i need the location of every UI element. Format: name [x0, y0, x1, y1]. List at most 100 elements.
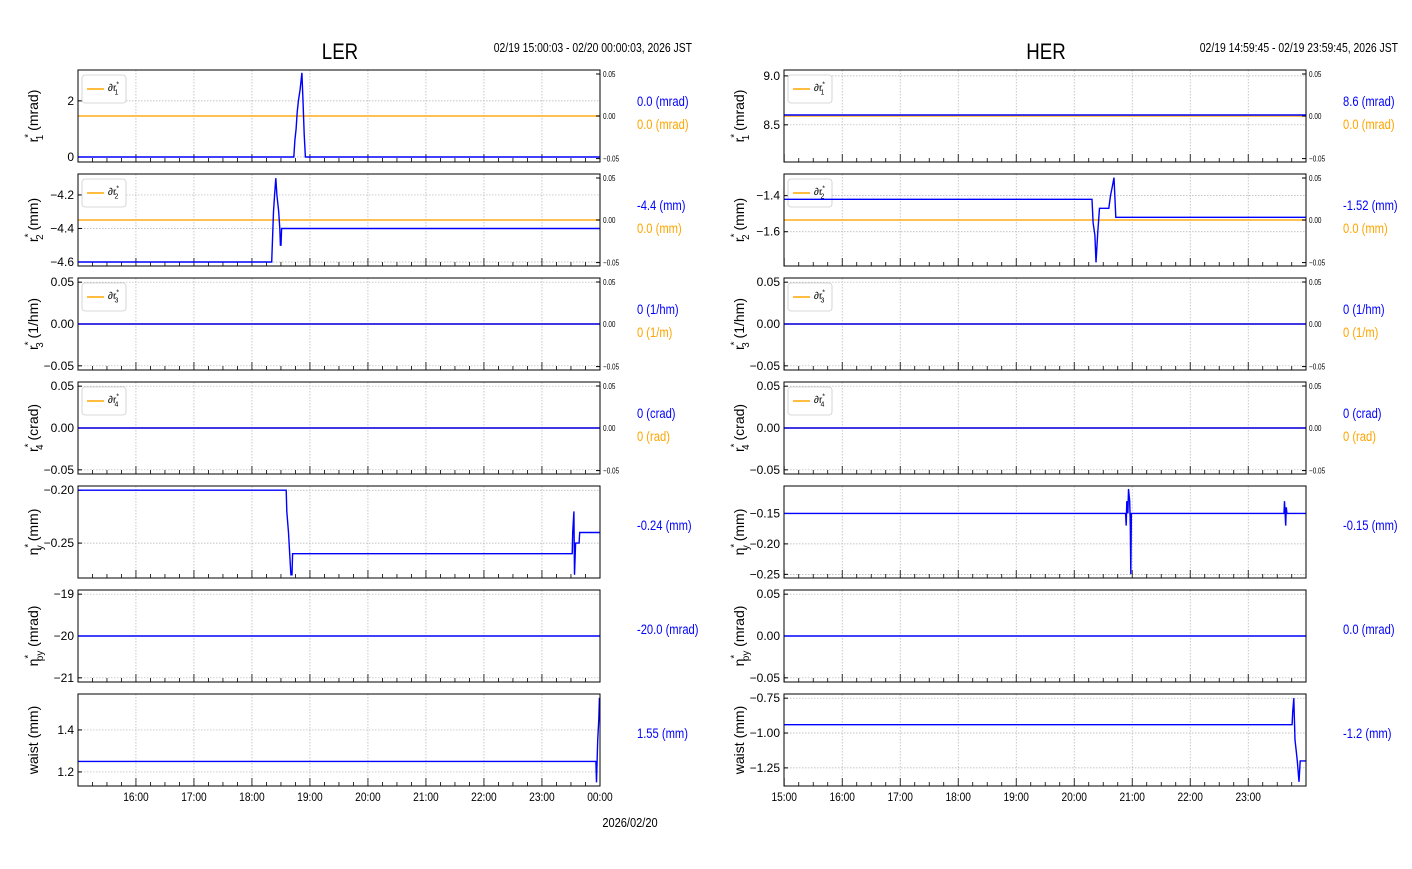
unit: (1/hm) [25, 298, 41, 342]
panel: 0.05 0.00 −0.05 0.0 (mrad) η*py (mrad) [730, 587, 1395, 685]
symbol-sub: py [741, 651, 752, 661]
y-tick-label: −0.20 [750, 537, 781, 551]
panel: −0.15 −0.20 −0.25 -0.15 (mm) η*y (mm) [730, 485, 1398, 581]
y-tick-label: −0.05 [44, 359, 75, 373]
right-y-tick-label: −0.05 [1309, 466, 1325, 476]
reference-readout: 0 (rad) [1343, 429, 1376, 444]
y-tick-label: −1.4 [756, 189, 780, 203]
reference-readout: 0.0 (mm) [1343, 221, 1388, 236]
y-tick-label: −4.6 [50, 255, 74, 269]
right-y-tick-label: 0.00 [603, 111, 615, 121]
unit: (crad) [731, 404, 747, 444]
panel: −19 −20 −21 -20.0 (mrad) η*py (mrad) [24, 587, 699, 685]
y-axis-label: r*3 (1/hm) [24, 298, 46, 350]
y-tick-label: −1.25 [750, 761, 781, 775]
symbol-sup: * [822, 82, 825, 89]
y-tick-label: 0.05 [757, 379, 781, 393]
x-tick-label: 23:00 [1235, 791, 1261, 804]
measured-series-line [784, 698, 1306, 782]
legend: ∂r* 3 [81, 282, 127, 312]
measured-series-line [78, 72, 600, 158]
y-axis-label: r*2 (mm) [730, 198, 752, 242]
symbol-sub: 2 [115, 194, 119, 201]
right-y-tick-label: 0.00 [1309, 111, 1321, 121]
measured-readout: 1.55 (mm) [637, 726, 688, 741]
right-y-tick-label: −0.05 [603, 154, 619, 164]
y-axis-label: r*4 (crad) [730, 404, 752, 452]
symbol-base: waist [731, 742, 747, 775]
symbol-sub: 3 [115, 298, 119, 305]
ring-her: HER 02/19 14:59:45 - 02/19 23:59:45, 2026… [730, 41, 1398, 805]
unit: (crad) [25, 404, 41, 444]
time-range: 02/19 14:59:45 - 02/19 23:59:45, 2026 JS… [1200, 41, 1398, 55]
x-axis-date-label: 2026/02/20 [602, 815, 657, 830]
measured-readout: 0 (crad) [637, 406, 676, 421]
x-tick-label: 18:00 [945, 791, 971, 804]
y-axis-label: waist (mm) [731, 706, 747, 775]
y-tick-label: −0.15 [750, 506, 781, 520]
x-tick-label: 22:00 [1177, 791, 1203, 804]
x-tick-label: 17:00 [887, 791, 913, 804]
measured-series-line [78, 489, 600, 576]
y-tick-label: −0.20 [44, 483, 75, 497]
right-y-tick-label: 0.05 [1309, 173, 1321, 183]
y-axis-label: r*2 (mm) [24, 198, 46, 242]
y-tick-label: 0.00 [51, 317, 75, 331]
measured-readout: -4.4 (mm) [637, 198, 685, 213]
y-axis-label: η*py (mrad) [730, 606, 752, 667]
y-axis-label: r*4 (crad) [24, 404, 46, 452]
symbol-sub: py [35, 651, 46, 661]
y-tick-label: −0.75 [750, 691, 781, 705]
legend: ∂r* 3 [787, 282, 833, 312]
right-y-tick-label: 0.00 [1309, 215, 1321, 225]
measured-readout: 0.0 (mrad) [1343, 622, 1395, 637]
y-tick-label: −4.2 [50, 188, 74, 202]
right-y-tick-label: 0.05 [603, 277, 615, 287]
panel: 9.0 8.5 0.05 0.00 −0.05 ∂r* 1 0.0 (mrad) 8.6 (mr… [730, 69, 1395, 164]
measured-series-line [784, 488, 1306, 575]
reference-readout: 0.0 (mm) [637, 221, 682, 236]
right-y-tick-label: −0.05 [1309, 154, 1325, 164]
measured-readout: 0 (1/hm) [1343, 302, 1385, 317]
legend: ∂r* 1 [81, 74, 127, 104]
right-y-tick-label: 0.00 [603, 423, 615, 433]
plot-frame [783, 693, 1307, 787]
measured-readout: -1.2 (mm) [1343, 726, 1391, 741]
y-tick-label: 0.05 [51, 379, 75, 393]
y-tick-label: 0 [67, 150, 74, 164]
measured-readout: -0.15 (mm) [1343, 518, 1398, 533]
symbol-sup: * [116, 394, 119, 401]
legend: ∂r* 1 [787, 74, 833, 104]
symbol-sup: * [730, 655, 741, 659]
y-tick-label: 0.05 [757, 275, 781, 289]
right-y-tick-label: 0.05 [1309, 277, 1321, 287]
x-tick-label: 20:00 [355, 791, 381, 804]
symbol-sup: * [822, 186, 825, 193]
y-tick-label: −0.05 [44, 463, 75, 477]
symbol-sub: 1 [821, 90, 825, 97]
x-tick-label: 22:00 [471, 791, 497, 804]
reference-readout: 0 (1/m) [637, 325, 672, 340]
unit: (mm) [25, 706, 41, 743]
right-y-tick-label: −0.05 [603, 362, 619, 372]
reference-readout: 0 (1/m) [1343, 325, 1378, 340]
y-axis-label: waist (mm) [25, 706, 41, 775]
symbol-sub: 3 [821, 298, 825, 305]
legend: ∂r* 2 [787, 178, 833, 208]
ring-ler: LER 02/19 15:00:03 - 02/20 00:00:03, 2026… [24, 41, 699, 805]
orbit-monitor-chart: LER 02/19 15:00:03 - 02/20 00:00:03, 2026… [24, 41, 1398, 831]
time-range: 02/19 15:00:03 - 02/20 00:00:03, 2026 JS… [494, 41, 692, 55]
x-tick-label: 21:00 [1119, 791, 1145, 804]
symbol-sup: * [822, 394, 825, 401]
plot-frame [77, 485, 601, 579]
right-y-tick-label: −0.05 [1309, 362, 1325, 372]
y-tick-label: −19 [54, 587, 75, 601]
x-tick-label: 19:00 [297, 791, 323, 804]
y-tick-label: 0.05 [51, 275, 75, 289]
y-axis-label: η*y (mm) [730, 509, 752, 556]
y-tick-label: −20 [54, 629, 75, 643]
unit: (mrad) [731, 90, 747, 135]
measured-series-line [78, 697, 600, 783]
panel: 0.05 0.00 −0.05 0.05 0.00 −0.05 ∂r* 4 0 (rad) 0 (… [24, 379, 676, 477]
panel: −0.75 −1.00 −1.25 -1.2 (mm) waist (mm) 15:00 1… [731, 691, 1391, 804]
